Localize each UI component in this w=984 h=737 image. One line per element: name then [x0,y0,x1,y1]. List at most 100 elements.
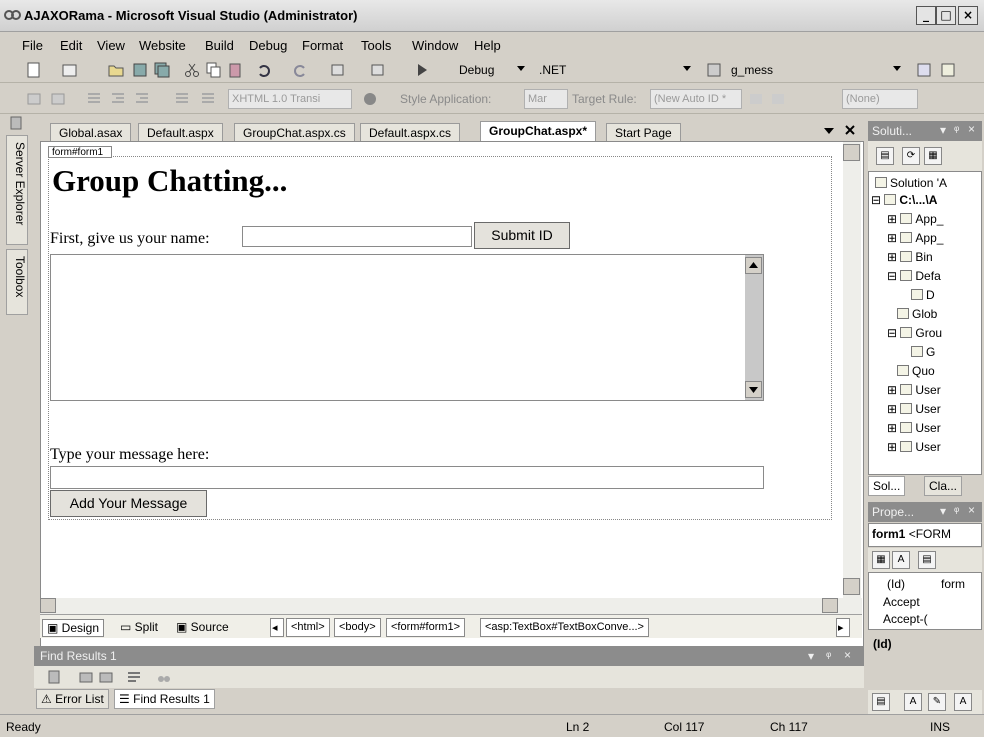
solution-explorer-icon[interactable] [916,62,932,78]
menu-view[interactable]: View [97,38,125,53]
toolbox-tab[interactable]: Toolbox [6,249,28,315]
tree-solution[interactable]: Solution 'A [875,176,947,190]
categorized-icon[interactable]: ▦ [872,551,890,569]
indent-icon[interactable] [110,91,126,107]
go-to-location-icon[interactable] [46,669,62,685]
breadcrumb-textbox[interactable]: <asp:TextBox#TextBoxConve...> [480,618,649,637]
clear-all-icon[interactable] [126,669,142,685]
tree-user-2[interactable]: ⊞ User [887,402,941,416]
insert-column-icon[interactable] [50,91,66,107]
property-pages-icon[interactable]: ▤ [918,551,936,569]
split-view-button[interactable]: ▭ Split [116,619,162,637]
menu-tools[interactable]: Tools [361,38,391,53]
prop-row-accept[interactable]: Accept [883,595,920,609]
tab-solution-explorer[interactable]: Sol... [868,476,906,496]
alphabetical-icon[interactable]: A [892,551,910,569]
menu-debug[interactable]: Debug [249,38,287,53]
prop-bottom-icon-3[interactable]: ✎ [928,693,946,711]
chat-scroll-down-button[interactable] [745,381,762,398]
tab-class-view[interactable]: Cla... [924,476,963,496]
sol-properties-icon[interactable]: ▤ [876,147,894,165]
redo-icon[interactable] [292,62,308,78]
close-panel-icon[interactable]: × [844,648,851,662]
scroll-left-button[interactable] [40,598,56,613]
next-result-icon[interactable] [98,669,114,685]
undo-icon[interactable] [256,62,272,78]
style-application-combo[interactable]: Mar [524,89,568,109]
doctype-combo[interactable]: XHTML 1.0 Transi [228,89,352,109]
tab-groupchat-aspx[interactable]: GroupChat.aspx* [480,121,597,141]
prop-dropdown-icon[interactable]: ▾ [940,504,946,518]
design-view-button[interactable]: ▣ Design [42,619,105,637]
prop-value-id[interactable]: form [941,577,965,591]
sol-dropdown-icon[interactable]: ▾ [940,123,946,137]
tree-global[interactable]: Glob [897,307,937,321]
tree-bin[interactable]: ⊞ Bin [887,250,933,264]
chat-textarea[interactable] [50,254,764,401]
tab-error-list[interactable]: ⚠ Error List [36,689,109,709]
align-icon[interactable] [174,91,190,107]
pin-icon[interactable]: ᵠ [826,649,831,663]
save-all-icon[interactable] [154,62,170,78]
copy-icon[interactable] [206,62,222,78]
find-in-files-icon[interactable] [706,62,722,78]
tree-default-cs[interactable]: D [911,288,935,302]
tree-groupchat-cs[interactable]: G [911,345,935,359]
new-project-icon[interactable] [26,62,42,78]
scroll-right-button[interactable] [822,598,838,613]
breadcrumb-scroll-right[interactable]: ▸ [836,618,850,637]
prop-bottom-icon-2[interactable]: A [904,693,922,711]
prop-bottom-icon-1[interactable]: ▤ [872,693,890,711]
prop-row-accept-charset[interactable]: Accept-( [883,612,928,626]
add-message-button[interactable]: Add Your Message [50,490,207,517]
check-accessibility-icon[interactable] [362,91,378,107]
save-icon[interactable] [132,62,148,78]
sol-nest-icon[interactable]: ▦ [924,147,942,165]
sol-pin-icon[interactable]: ᵠ [954,123,959,137]
breadcrumb-body[interactable]: <body> [334,618,381,637]
tree-default[interactable]: ⊟ Defa [887,269,941,283]
open-folder-icon[interactable] [108,62,124,78]
none-combo[interactable]: (None) [842,89,918,109]
close-document-icon[interactable] [844,124,856,136]
maximize-button[interactable]: □ [936,6,956,25]
tab-groupchat-aspx-cs[interactable]: GroupChat.aspx.cs [234,123,355,141]
close-button[interactable]: × [958,6,978,25]
tree-app-1[interactable]: ⊞ App_ [887,212,943,226]
cut-icon[interactable] [184,62,200,78]
name-input[interactable] [242,226,472,247]
server-explorer-tab[interactable]: Server Explorer [6,135,28,245]
tree-app-2[interactable]: ⊞ App_ [887,231,943,245]
tab-default-aspx-cs[interactable]: Default.aspx.cs [360,123,461,141]
tree-website[interactable]: ⊟ C:\...\A [871,193,937,207]
find-combo[interactable]: g_mess [726,60,904,80]
list-icon[interactable] [200,91,216,107]
active-files-dropdown-icon[interactable] [824,127,834,135]
menu-format[interactable]: Format [302,38,343,53]
navigate-forward-icon[interactable] [370,62,386,78]
sol-refresh-icon[interactable]: ⟳ [902,147,920,165]
tree-user-3[interactable]: ⊞ User [887,421,941,435]
sol-close-icon[interactable]: × [968,122,975,136]
solution-config-combo[interactable]: Debug [454,60,528,80]
scroll-up-button[interactable] [843,144,860,161]
editor-horizontal-scrollbar[interactable] [40,598,862,614]
add-item-icon[interactable] [62,62,78,78]
insert-row-icon[interactable] [26,91,42,107]
target-rule-combo[interactable]: (New Auto ID * [650,89,742,109]
message-input[interactable] [50,466,764,489]
tab-find-results[interactable]: ☰ Find Results 1 [114,689,215,709]
tab-global-asax[interactable]: Global.asax [50,123,132,141]
chat-scroll-up-button[interactable] [745,257,762,274]
start-debugging-icon[interactable] [414,62,430,78]
prop-pin-icon[interactable]: ᵠ [954,504,959,518]
prop-close-icon[interactable]: × [968,503,975,517]
menu-file[interactable]: File [22,38,43,53]
breadcrumb-scroll-left[interactable]: ◂ [270,618,284,637]
editor-vertical-scrollbar[interactable] [843,142,861,600]
properties-object-selector[interactable]: form1 <FORM [868,523,982,547]
tree-user-1[interactable]: ⊞ User [887,383,941,397]
tab-start-page[interactable]: Start Page [606,123,681,141]
minimize-button[interactable]: _ [916,6,936,25]
indent-more-icon[interactable] [134,91,150,107]
